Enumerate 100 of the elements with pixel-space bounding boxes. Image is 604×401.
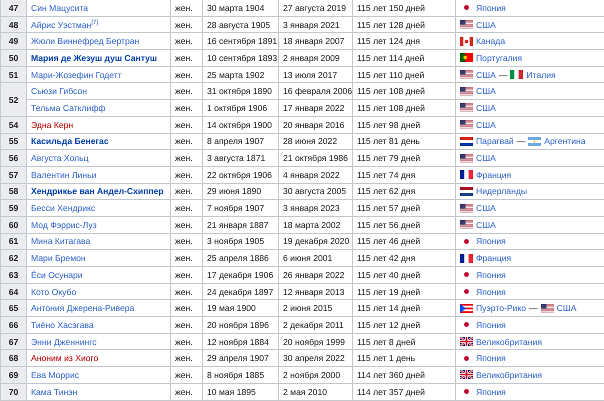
country-link[interactable]: США bbox=[476, 120, 496, 130]
sex-cell: жен. bbox=[170, 82, 202, 100]
country-link[interactable]: Италия bbox=[526, 70, 556, 80]
country-link[interactable]: Аргентина bbox=[544, 136, 586, 146]
flag-icon bbox=[460, 304, 473, 313]
rank-cell: 68 bbox=[0, 350, 26, 367]
birth-date-cell: 12 ноября 1884 bbox=[202, 333, 278, 350]
rank-cell: 57 bbox=[0, 166, 26, 184]
birth-date-cell: 17 декабря 1906 bbox=[202, 266, 278, 284]
country-link[interactable]: Япония bbox=[476, 320, 506, 330]
age-cell: 114 лет 360 дней bbox=[352, 366, 456, 384]
rank-cell: 65 bbox=[0, 300, 26, 317]
dash-separator: — bbox=[498, 70, 508, 80]
age-cell: 115 лет 74 дня bbox=[352, 166, 456, 184]
birth-date-cell: 8 апреля 1907 bbox=[202, 133, 278, 150]
sex-cell: жен. bbox=[170, 300, 202, 317]
sex-cell: жен. bbox=[170, 66, 202, 83]
birth-date-cell: 20 ноября 1896 bbox=[202, 316, 278, 334]
rank-cell: 54 bbox=[0, 116, 26, 133]
sex-cell: жен. bbox=[170, 366, 202, 384]
birth-date-cell: 29 апреля 1907 bbox=[202, 350, 278, 367]
country-link[interactable]: США bbox=[476, 102, 496, 113]
rank-cell: 56 bbox=[0, 150, 26, 166]
rank-cell: 51 bbox=[0, 66, 26, 83]
country-link[interactable]: Япония bbox=[476, 286, 506, 297]
person-name-link[interactable]: Кото Окубо bbox=[31, 286, 76, 297]
country-link[interactable]: Япония bbox=[476, 386, 506, 397]
birth-date-cell: 30 марта 1904 bbox=[202, 0, 278, 16]
age-cell: 115 лет 124 дня bbox=[352, 32, 456, 50]
country-link[interactable]: Пуэрто-Рико bbox=[476, 303, 526, 314]
country-link[interactable]: Парагвай bbox=[476, 136, 514, 146]
sex-cell: жен. bbox=[170, 216, 202, 234]
sex-cell: жен. bbox=[170, 316, 202, 334]
sex-cell: жен. bbox=[170, 0, 202, 16]
country-link[interactable]: Франция bbox=[476, 253, 512, 264]
age-cell: 115 лет 56 дней bbox=[352, 216, 456, 234]
flag-icon bbox=[460, 220, 473, 230]
country-link[interactable]: Канада bbox=[476, 36, 506, 46]
country-link[interactable]: Япония bbox=[476, 353, 506, 364]
rank-cell: 59 bbox=[0, 200, 26, 216]
country-link[interactable]: США bbox=[476, 20, 496, 30]
person-name-link[interactable]: Эдна Керн bbox=[31, 120, 74, 130]
country-link[interactable]: Япония bbox=[476, 2, 506, 13]
flag-icon bbox=[460, 20, 473, 30]
rank-cell: 64 bbox=[0, 283, 26, 300]
death-date-cell: 20 ноября 1999 bbox=[278, 333, 352, 350]
birth-date-cell: 25 марта 1902 bbox=[202, 66, 278, 83]
country-link[interactable]: США bbox=[556, 303, 576, 314]
death-date-cell: 28 июня 2022 bbox=[278, 133, 352, 150]
rank-cell: 67 bbox=[0, 333, 26, 350]
death-date-cell: 2 мая 2010 bbox=[278, 383, 352, 400]
death-date-cell: 2 декабря 2011 bbox=[278, 316, 352, 334]
country-link[interactable]: США bbox=[476, 220, 496, 230]
rank-cell: 52 bbox=[0, 82, 26, 116]
rank-cell: 66 bbox=[0, 316, 26, 334]
country-link[interactable]: Япония bbox=[476, 236, 506, 246]
country-link[interactable]: США bbox=[476, 203, 496, 214]
country-link[interactable]: США bbox=[476, 153, 496, 164]
country-link[interactable]: Япония bbox=[476, 270, 506, 280]
country-link[interactable]: США bbox=[476, 86, 496, 96]
sex-cell: жен. bbox=[170, 183, 202, 200]
sex-cell: жен. bbox=[170, 32, 202, 50]
rank-cell: 62 bbox=[0, 250, 26, 266]
country-link[interactable]: Португалия bbox=[476, 52, 522, 63]
death-date-cell: 3 января 2021 bbox=[278, 16, 352, 33]
age-cell: 115 лет 62 дня bbox=[352, 183, 456, 200]
birth-date-cell: 28 августа 1905 bbox=[202, 16, 278, 33]
rank-cell: 70 bbox=[0, 383, 26, 400]
rank-cell: 60 bbox=[0, 216, 26, 234]
age-cell: 115 лет 8 дней bbox=[352, 333, 456, 350]
sex-cell: жен. bbox=[170, 200, 202, 216]
birth-date-cell: 10 мая 1895 bbox=[202, 383, 278, 400]
age-cell: 114 лет 357 дней bbox=[352, 383, 456, 400]
sex-cell: жен. bbox=[170, 333, 202, 350]
birth-date-cell: 8 ноября 1885 bbox=[202, 366, 278, 384]
rank-cell: 55 bbox=[0, 133, 26, 150]
flag-icon bbox=[460, 70, 473, 80]
country-link[interactable]: США bbox=[476, 70, 496, 80]
age-cell: 115 лет 12 дней bbox=[352, 316, 456, 334]
rank-cell: 48 bbox=[0, 16, 26, 33]
death-date-cell: 3 января 2023 bbox=[278, 200, 352, 216]
birth-date-cell: 3 августа 1871 bbox=[202, 150, 278, 166]
person-name-link[interactable]: Кама Тинэн bbox=[31, 386, 78, 397]
sex-cell: жен. bbox=[170, 116, 202, 133]
dash-separator: — bbox=[529, 303, 538, 314]
sex-cell: жен. bbox=[170, 133, 202, 150]
age-cell: 115 лет 14 дней bbox=[352, 300, 456, 317]
sex-cell: жен. bbox=[170, 166, 202, 184]
rank-cell: 58 bbox=[0, 183, 26, 200]
age-cell: 115 лет 114 дней bbox=[352, 50, 456, 66]
birth-date-cell: 14 октября 1900 bbox=[202, 116, 278, 133]
country-link[interactable]: Франция bbox=[476, 170, 512, 180]
birth-date-cell: 10 сентября 1893 bbox=[202, 50, 278, 66]
age-cell: 115 лет 98 дней bbox=[352, 116, 456, 133]
birth-date-cell: 31 октября 1890 bbox=[202, 82, 278, 100]
sex-cell: жен. bbox=[170, 16, 202, 33]
dash-separator: — bbox=[516, 136, 526, 146]
flag-icon bbox=[460, 204, 473, 213]
death-date-cell: 2 января 2009 bbox=[278, 50, 352, 66]
age-cell: 115 лет 42 дня bbox=[352, 250, 456, 266]
